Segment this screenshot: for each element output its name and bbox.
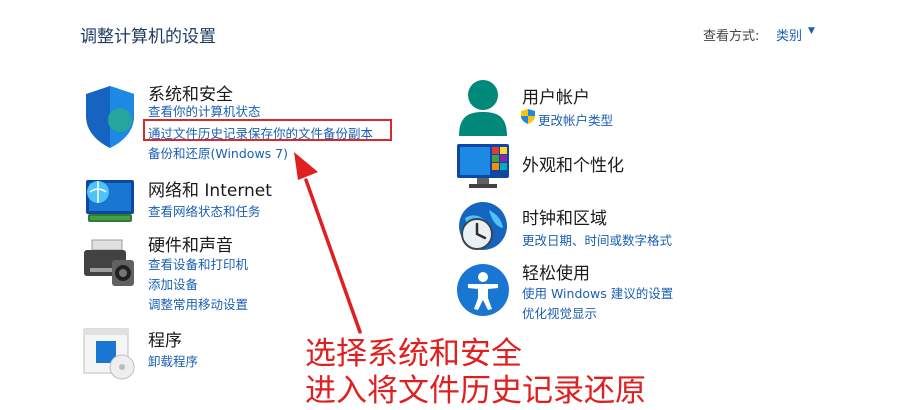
link-add-device[interactable]: 添加设备 (148, 274, 198, 293)
link-optimize-visual[interactable]: 优化视觉显示 (522, 303, 597, 322)
view-by-label: 查看方式: (703, 29, 760, 44)
link-change-account-type[interactable]: 更改帐户类型 (538, 110, 613, 129)
category-network-internet[interactable]: 网络和 Internet (148, 176, 272, 201)
category-hardware-sound[interactable]: 硬件和声音 (148, 231, 233, 256)
annotation-arrow (294, 152, 362, 334)
accessibility-icon[interactable] (455, 262, 511, 318)
link-network-status[interactable]: 查看网络状态和任务 (148, 201, 261, 220)
printer-icon[interactable] (82, 238, 138, 288)
programs-icon[interactable] (82, 325, 138, 381)
link-backup-restore[interactable]: 备份和还原(Windows 7) (148, 143, 288, 162)
appearance-monitor-icon[interactable] (455, 142, 511, 192)
link-windows-recommended[interactable]: 使用 Windows 建议的设置 (522, 283, 673, 302)
uac-shield-icon (521, 109, 535, 124)
page-title: 调整计算机的设置 (80, 27, 216, 47)
shield-icon[interactable] (82, 84, 138, 150)
view-by-dropdown[interactable]: 类别 (776, 25, 802, 44)
category-user-accounts[interactable]: 用户帐户 (522, 83, 590, 108)
highlight-box (143, 119, 392, 141)
link-change-date-time[interactable]: 更改日期、时间或数字格式 (522, 230, 672, 249)
category-clock-region[interactable]: 时钟和区域 (522, 204, 607, 229)
clock-globe-icon[interactable] (455, 200, 511, 256)
chevron-down-icon[interactable]: ▼ (808, 26, 815, 36)
annotation-line-2: 进入将文件历史记录还原 (305, 373, 646, 409)
link-mobility-settings[interactable]: 调整常用移动设置 (148, 294, 248, 313)
link-view-computer-status[interactable]: 查看你的计算机状态 (148, 101, 261, 120)
link-uninstall-program[interactable]: 卸载程序 (148, 351, 198, 370)
category-programs[interactable]: 程序 (148, 326, 182, 351)
network-monitor-icon[interactable] (82, 172, 138, 226)
category-ease-of-access[interactable]: 轻松使用 (522, 259, 590, 284)
user-icon[interactable] (455, 78, 511, 140)
category-appearance[interactable]: 外观和个性化 (522, 151, 624, 176)
link-devices-printers[interactable]: 查看设备和打印机 (148, 254, 248, 273)
